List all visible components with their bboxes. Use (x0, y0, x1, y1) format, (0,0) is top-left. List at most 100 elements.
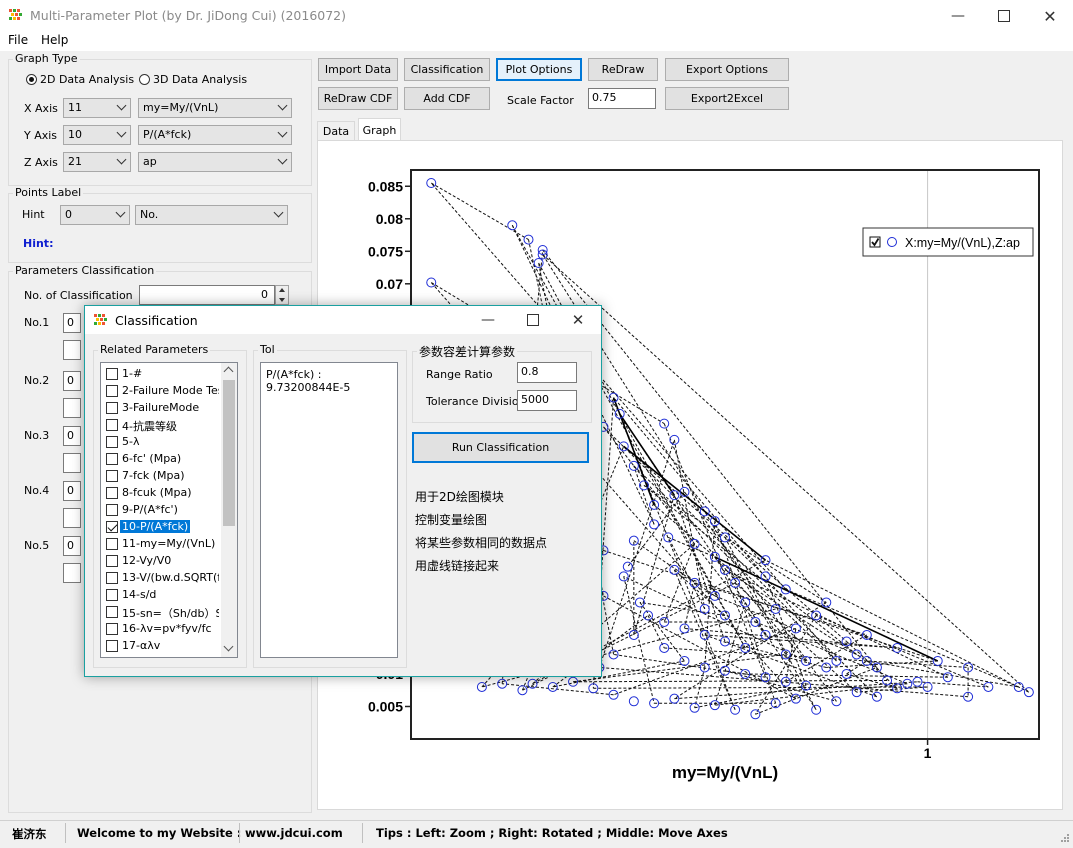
export-options-button[interactable]: Export Options (665, 58, 789, 81)
spin-down-icon[interactable] (279, 298, 285, 302)
param-list-item[interactable]: 12-Vy/V0 (101, 552, 219, 569)
tol-textbox[interactable]: P/(A*fck) : 9.73200844E-5 (260, 362, 398, 658)
class-row-value[interactable]: 0 (63, 481, 81, 501)
param-list-item[interactable]: 15-sn=（Sh/db）S (101, 603, 219, 620)
data-point (659, 418, 670, 429)
dialog-minimize-button[interactable]: — (465, 306, 511, 334)
data-point (912, 676, 923, 687)
param-checkbox[interactable] (106, 487, 118, 499)
param-list-item[interactable]: 6-fc' (Mpa) (101, 450, 219, 467)
class-row-value[interactable]: 0 (63, 371, 81, 391)
list-scrollbar[interactable] (221, 363, 237, 657)
param-list-item[interactable]: 4-抗震等级 (101, 416, 219, 433)
param-checkbox[interactable] (106, 589, 118, 601)
add-cdf-button[interactable]: Add CDF (404, 87, 490, 110)
param-checkbox[interactable] (106, 453, 118, 465)
import-data-button[interactable]: Import Data (318, 58, 398, 81)
maximize-button[interactable] (981, 0, 1027, 32)
param-list-item[interactable]: 9-P/(A*fc') (101, 501, 219, 518)
data-point (831, 696, 842, 707)
param-list-item[interactable]: 8-fcuk (Mpa) (101, 484, 219, 501)
connector-line (542, 254, 1030, 693)
param-list-item[interactable]: 2-Failure Mode Test (101, 382, 219, 399)
status-website-link[interactable]: www.jdcui.com (245, 826, 343, 840)
scroll-up-icon[interactable] (223, 366, 234, 377)
classification-button[interactable]: Classification (404, 58, 490, 81)
param-list-item[interactable]: 17-αλv (101, 637, 219, 654)
points-label-group: Points Label (8, 186, 312, 263)
y-axis-param-select[interactable]: P/(A*fck) (138, 125, 292, 145)
param-checkbox[interactable] (106, 504, 118, 516)
class-row-textbox[interactable] (63, 340, 81, 360)
run-classification-button[interactable]: Run Classification (412, 432, 589, 463)
class-row-value[interactable]: 0 (63, 313, 81, 333)
param-list-item[interactable]: 1-# (101, 365, 219, 382)
class-row-textbox[interactable] (63, 398, 81, 418)
class-row-textbox[interactable] (63, 453, 81, 473)
param-list-item[interactable]: 16-λv=pv*fyv/fc (101, 620, 219, 637)
class-row-textbox[interactable] (63, 508, 81, 528)
range-ratio-input[interactable]: 0.8 (517, 362, 577, 383)
param-checkbox[interactable] (106, 606, 118, 618)
data-point (780, 649, 791, 660)
param-list-item[interactable]: 11-my=My/(VnL) (101, 535, 219, 552)
resize-grip-icon[interactable] (1058, 833, 1070, 845)
export-excel-button[interactable]: Export2Excel (665, 87, 789, 110)
redraw-cdf-button[interactable]: ReDraw CDF (318, 87, 398, 110)
radio-3d[interactable] (139, 74, 150, 85)
param-list-item[interactable]: 5-λ (101, 433, 219, 450)
tolerance-division-input[interactable]: 5000 (517, 390, 577, 411)
tab-graph[interactable]: Graph (358, 118, 401, 141)
minimize-button[interactable]: — (935, 0, 981, 32)
close-button[interactable]: ✕ (1027, 0, 1073, 32)
param-checkbox[interactable] (106, 436, 118, 448)
class-row-value[interactable]: 0 (63, 426, 81, 446)
param-list-item[interactable]: 14-s/d (101, 586, 219, 603)
param-checkbox[interactable] (106, 555, 118, 567)
scale-factor-input[interactable]: 0.75 (588, 88, 656, 109)
tab-data[interactable]: Data (317, 121, 355, 141)
dialog-close-button[interactable]: ✕ (555, 306, 601, 334)
param-list-item[interactable]: 13-V/(bw.d.SQRT(f (101, 569, 219, 586)
param-checkbox[interactable] (106, 470, 118, 482)
scroll-down-icon[interactable] (223, 641, 234, 652)
param-checkbox[interactable] (106, 368, 118, 380)
param-checkbox[interactable] (106, 521, 118, 533)
radio-2d[interactable] (26, 74, 37, 85)
param-checkbox[interactable] (106, 640, 118, 652)
z-axis-param-select[interactable]: ap (138, 152, 292, 172)
menu-file[interactable]: File (8, 33, 28, 47)
class-row-textbox[interactable] (63, 563, 81, 583)
x-axis-param-select[interactable]: my=My/(VnL) (138, 98, 292, 118)
param-list-item[interactable]: 3-FailureMode (101, 399, 219, 416)
param-checkbox[interactable] (106, 538, 118, 550)
data-point (699, 629, 710, 640)
hint-param-select[interactable]: No. (135, 205, 288, 225)
menu-help[interactable]: Help (41, 33, 68, 47)
param-checkbox[interactable] (106, 419, 118, 431)
redraw-button[interactable]: ReDraw (588, 58, 658, 81)
plot-options-button[interactable]: Plot Options (496, 58, 582, 81)
param-checkbox[interactable] (106, 402, 118, 414)
param-list-item[interactable]: 10-P/(A*fck) (101, 518, 219, 535)
x-axis-index-select[interactable]: 11 (63, 98, 131, 118)
minimize-icon: — (951, 8, 965, 24)
class-row-value[interactable]: 0 (63, 536, 81, 556)
dialog-maximize-button[interactable] (510, 306, 556, 334)
classification-count-input[interactable]: 0 (139, 285, 275, 305)
param-checkbox[interactable] (106, 623, 118, 635)
param-label: 4-抗震等级 (122, 420, 177, 433)
param-list-item[interactable]: 7-fck (Mpa) (101, 467, 219, 484)
chevron-down-icon (277, 100, 288, 111)
scrollbar-thumb[interactable] (223, 380, 235, 526)
chevron-down-icon (116, 100, 127, 111)
hint-index-select[interactable]: 0 (60, 205, 130, 225)
param-checkbox[interactable] (106, 572, 118, 584)
data-point (507, 220, 518, 231)
classification-count-spinner[interactable] (275, 285, 289, 305)
spin-up-icon[interactable] (279, 288, 285, 292)
y-axis-index-select[interactable]: 10 (63, 125, 131, 145)
related-parameters-list[interactable]: 1-# 2-Failure Mode Test 3-FailureMode 4-抗震等… (100, 362, 238, 658)
z-axis-index-select[interactable]: 21 (63, 152, 131, 172)
param-checkbox[interactable] (106, 385, 118, 397)
